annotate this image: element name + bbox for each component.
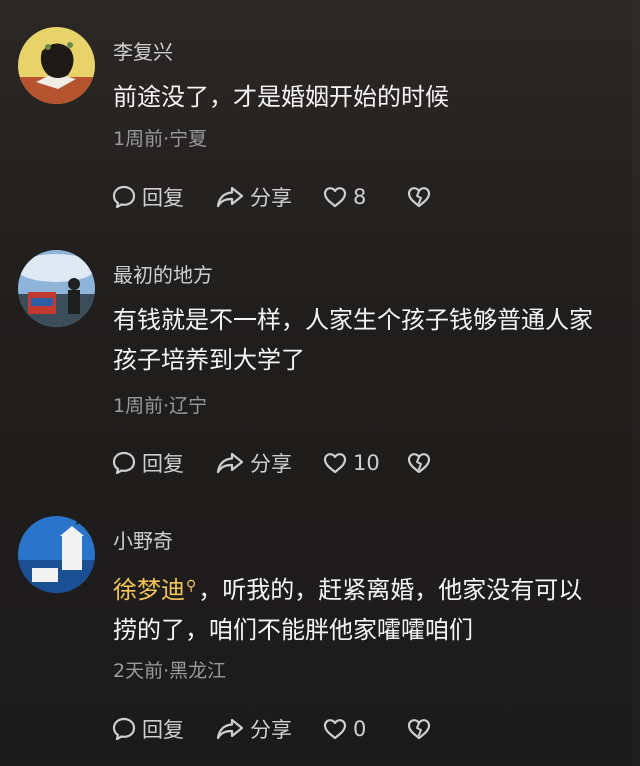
scrollbar[interactable]: [632, 0, 640, 766]
reply-label: 回复: [142, 718, 184, 742]
comment-item: 李复兴 前途没了，才是婚姻开始的时候 1周前·宁夏 回复 分享 8: [0, 0, 640, 240]
comment-bubble-icon: [112, 451, 136, 475]
comment-text: 徐梦迪⚲，听我的，赶紧离婚，他家没有可以捞的了，咱们不能胖他家嚯嚯咱们: [113, 566, 603, 650]
mention-search-icon[interactable]: ⚲: [186, 566, 196, 606]
comment-username[interactable]: 小野奇: [113, 525, 173, 554]
comment-text: 有钱就是不一样，人家生个孩子钱够普通人家孩子培养到大学了: [113, 306, 593, 374]
avatar[interactable]: [18, 27, 95, 104]
share-label: 分享: [250, 452, 292, 476]
like-count: 8: [353, 185, 367, 209]
comment-meta: 2天前·黑龙江: [113, 660, 227, 682]
dislike-button[interactable]: [406, 717, 432, 741]
reply-button[interactable]: 回复: [111, 448, 215, 478]
broken-heart-icon: [407, 453, 431, 474]
broken-heart-icon: [407, 187, 431, 208]
comment-username[interactable]: 李复兴: [113, 36, 173, 65]
reply-button[interactable]: 回复: [111, 714, 215, 744]
avatar-image: [18, 27, 95, 104]
avatar[interactable]: [18, 516, 95, 593]
avatar-image: [18, 250, 95, 327]
share-arrow-icon: [216, 186, 244, 208]
comment-bubble-icon: [112, 717, 136, 741]
reply-label: 回复: [142, 186, 184, 210]
comment-meta: 1周前·辽宁: [113, 395, 208, 417]
heart-icon: [323, 719, 347, 740]
like-button[interactable]: 8: [322, 185, 406, 209]
comment-feed: 李复兴 前途没了，才是婚姻开始的时候 1周前·宁夏 回复 分享 8 最初的地方 …: [0, 0, 640, 766]
like-button[interactable]: 0: [322, 717, 406, 741]
comment-meta: 1周前·宁夏: [113, 128, 208, 150]
share-button[interactable]: 分享: [215, 182, 322, 212]
share-button[interactable]: 分享: [215, 448, 322, 478]
reply-label: 回复: [142, 452, 184, 476]
avatar[interactable]: [18, 250, 95, 327]
dislike-button[interactable]: [406, 451, 432, 475]
comment-text: 前途没了，才是婚姻开始的时候: [113, 83, 449, 111]
comment-actions: 回复 分享 0: [111, 713, 432, 745]
mention-link[interactable]: 徐梦迪: [113, 576, 185, 604]
comment-username[interactable]: 最初的地方: [113, 259, 213, 288]
like-count: 10: [353, 451, 380, 475]
share-label: 分享: [250, 186, 292, 210]
share-arrow-icon: [216, 452, 244, 474]
share-label: 分享: [250, 718, 292, 742]
share-arrow-icon: [216, 718, 244, 740]
dislike-button[interactable]: [406, 185, 432, 209]
heart-icon: [323, 453, 347, 474]
like-count: 0: [353, 717, 367, 741]
comment-actions: 回复 分享 10: [111, 447, 432, 479]
reply-button[interactable]: 回复: [111, 182, 215, 212]
comment-bubble-icon: [112, 185, 136, 209]
broken-heart-icon: [407, 719, 431, 740]
heart-icon: [323, 187, 347, 208]
comment-actions: 回复 分享 8: [111, 181, 432, 213]
share-button[interactable]: 分享: [215, 714, 322, 744]
comment-item: 小野奇 徐梦迪⚲，听我的，赶紧离婚，他家没有可以捞的了，咱们不能胖他家嚯嚯咱们 …: [0, 502, 640, 766]
avatar-image: [18, 516, 95, 593]
comment-item: 最初的地方 有钱就是不一样，人家生个孩子钱够普通人家孩子培养到大学了 1周前·辽…: [0, 240, 640, 502]
like-button[interactable]: 10: [322, 451, 406, 475]
